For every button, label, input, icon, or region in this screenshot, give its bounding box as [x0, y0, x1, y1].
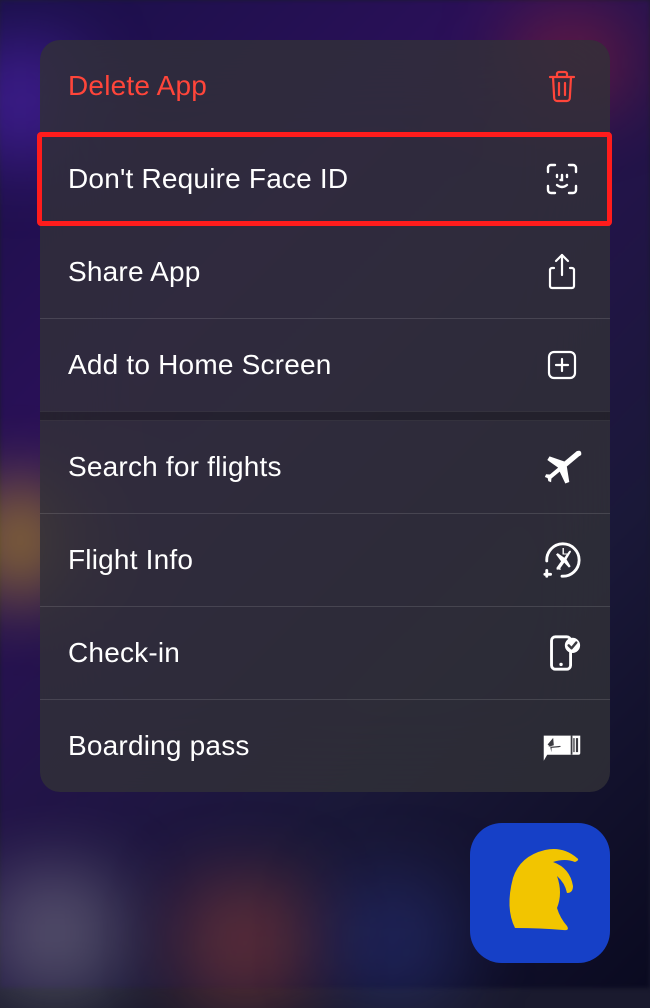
menu-item-label: Search for flights [68, 451, 282, 483]
flight-clock-icon: L [542, 540, 582, 580]
menu-item-label: Don't Require Face ID [68, 163, 348, 195]
airplane-icon [542, 447, 582, 487]
trash-icon [542, 66, 582, 106]
menu-item-label: Delete App [68, 70, 207, 102]
menu-group-divider [40, 411, 610, 421]
bg-blob [330, 878, 460, 1008]
menu-item-check-in[interactable]: Check-in [40, 607, 610, 700]
menu-item-search-flights[interactable]: Search for flights [40, 421, 610, 514]
menu-item-label: Add to Home Screen [68, 349, 332, 381]
bg-blob [180, 878, 310, 1008]
menu-item-label: Check-in [68, 637, 180, 669]
menu-item-dont-require-face-id[interactable]: Don't Require Face ID [40, 133, 610, 226]
menu-item-delete-app[interactable]: Delete App [40, 40, 610, 133]
share-icon [542, 252, 582, 292]
plus-square-icon [542, 345, 582, 385]
menu-item-label: Boarding pass [68, 730, 250, 762]
menu-item-label: Flight Info [68, 544, 193, 576]
boarding-pass-icon [542, 726, 582, 766]
menu-item-flight-info[interactable]: Flight Info L [40, 514, 610, 607]
app-icon-ryanair[interactable] [470, 823, 610, 963]
menu-item-share-app[interactable]: Share App [40, 226, 610, 319]
harp-icon [485, 838, 595, 948]
face-id-icon [542, 159, 582, 199]
bg-blob [0, 868, 120, 998]
menu-item-boarding-pass[interactable]: Boarding pass [40, 700, 610, 792]
menu-item-add-to-home-screen[interactable]: Add to Home Screen [40, 319, 610, 411]
menu-item-label: Share App [68, 256, 201, 288]
context-menu: Delete App Don't Require Face ID [40, 40, 610, 792]
phone-check-icon [542, 633, 582, 673]
